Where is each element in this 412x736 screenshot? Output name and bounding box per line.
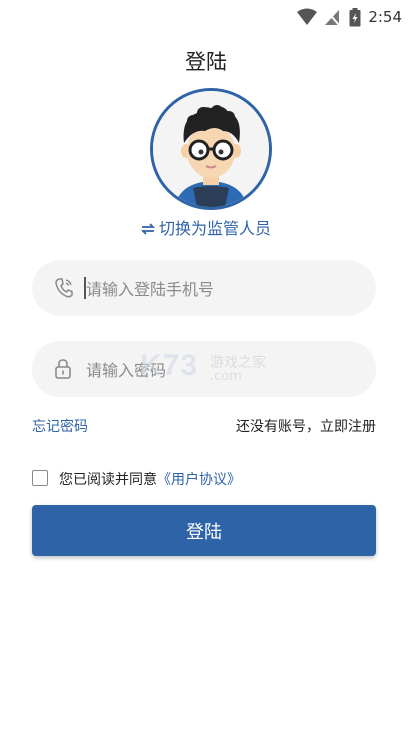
lock-icon — [55, 359, 71, 379]
status-bar: 2:54 — [0, 0, 412, 34]
password-field[interactable] — [32, 341, 376, 399]
agreement-checkbox[interactable] — [32, 470, 48, 486]
avatar[interactable] — [150, 88, 272, 210]
login-button[interactable]: 登陆 — [32, 505, 376, 556]
avatar-illustration — [153, 91, 269, 207]
switch-role-link[interactable]: 切换为监管人员 — [0, 215, 412, 239]
agreement-text: 您已阅读并同意《用户协议》 — [59, 469, 241, 489]
phone-field[interactable] — [32, 260, 376, 318]
switch-role-label: 切换为监管人员 — [158, 219, 271, 238]
password-input[interactable] — [84, 341, 358, 399]
signal-icon — [325, 9, 340, 26]
user-agreement-link[interactable]: 《用户协议》 — [157, 472, 241, 488]
swap-icon — [140, 223, 155, 235]
agreement-label: 您已阅读并同意 — [59, 472, 157, 488]
phone-input[interactable] — [84, 260, 358, 318]
wifi-icon — [297, 8, 317, 25]
status-time: 2:54 — [368, 8, 402, 26]
page-title: 登陆 — [185, 50, 227, 74]
phone-icon — [55, 278, 73, 298]
battery-icon — [349, 8, 361, 27]
forgot-password-link[interactable]: 忘记密码 — [32, 416, 88, 436]
register-link[interactable]: 还没有账号，立即注册 — [236, 416, 376, 436]
